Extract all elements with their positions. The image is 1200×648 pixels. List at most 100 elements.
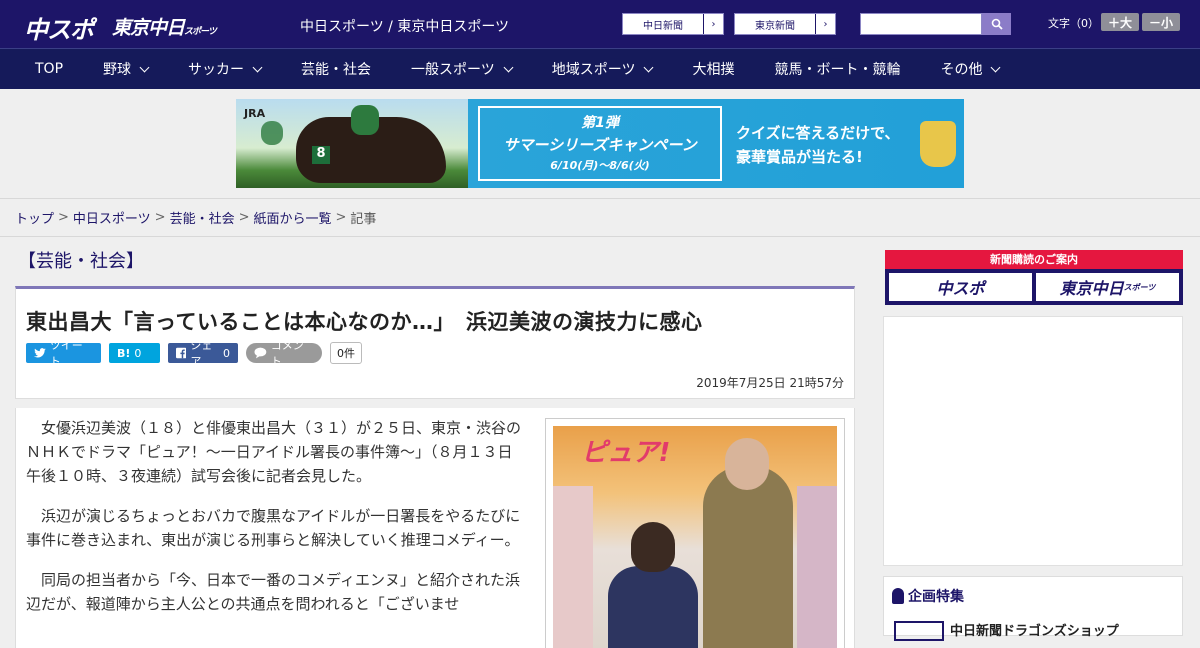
article-paragraph: 同局の担当者から「今、日本で一番のコメディエンヌ」と紹介された浜辺だが、報道陣か…: [26, 571, 520, 613]
promo-line-2: 豪華賞品が当たる!: [736, 148, 863, 166]
nav-item-label: 野球: [103, 62, 132, 78]
chevron-down-icon: [503, 62, 514, 72]
nav-item-sumo[interactable]: 大相撲: [672, 49, 754, 89]
feature-heading: 企画特集: [892, 586, 964, 606]
campaign-box: 第1弾 サマーシリーズキャンペーン 6/10(月)～8/6(火): [478, 106, 722, 181]
jra-campaign-banner[interactable]: 8 JRA 第1弾 サマーシリーズキャンペーン 6/10(月)～8/6(火) ク…: [236, 99, 964, 188]
sidebar-ad-slot: [883, 316, 1183, 566]
press-photo: ピュア!: [553, 426, 837, 648]
chevron-right-icon: ›: [815, 14, 835, 34]
article-photo[interactable]: ピュア!: [545, 418, 845, 648]
jockey-shape: [351, 105, 379, 135]
chuspo-subscribe-logo[interactable]: 中スポ: [889, 273, 1032, 301]
nav-item-soccer[interactable]: サッカー: [168, 49, 281, 89]
breadcrumb-separator: >: [154, 210, 166, 225]
tokyo-chunichi-logo-text: 東京中日: [112, 17, 185, 39]
comment-count: 0件: [330, 342, 362, 364]
chuspo-logo[interactable]: 中スポ: [24, 10, 94, 45]
campaign-dates: 6/10(月)～8/6(火): [550, 159, 650, 172]
horse-race-photo: 8 JRA: [236, 99, 468, 188]
chunichi-shimbun-link[interactable]: 中日新聞 ›: [622, 13, 724, 35]
article-column: 【芸能・社会】 東出昌大「言っていることは本心なのか…」 浜辺美波の演技力に感心…: [15, 240, 855, 648]
category-heading: 【芸能・社会】: [18, 251, 144, 272]
trophy-icon: [920, 121, 956, 167]
chunichi-shimbun-label: 中日新聞: [643, 20, 683, 32]
share-buttons: ツイート B! 0 シェア 0 コメント 0件: [26, 339, 362, 368]
chevron-down-icon: [644, 62, 654, 72]
actor-head: [725, 438, 769, 490]
pin-icon: [892, 588, 904, 604]
feature-heading-label: 企画特集: [908, 589, 964, 605]
nav-item-label: その他: [940, 62, 983, 78]
tokyo-shimbun-link[interactable]: 東京新聞 ›: [734, 13, 836, 35]
campaign-promo: クイズに答えるだけで、 豪華賞品が当たる!: [736, 121, 900, 169]
breadcrumb: トップ > 中日スポーツ > 芸能・社会 > 紙面から一覧 > 記事: [0, 199, 1200, 237]
jockey-shape: [261, 121, 283, 145]
breadcrumb-entertainment[interactable]: 芸能・社会: [170, 208, 235, 227]
comment-label: コメント: [270, 339, 304, 368]
search-input[interactable]: [860, 13, 982, 35]
twitter-icon: [34, 348, 46, 358]
breadcrumb-separator: >: [58, 210, 69, 225]
breadcrumb-chunichi-sports[interactable]: 中日スポーツ: [73, 208, 151, 227]
breadcrumb-paper-list[interactable]: 紙面から一覧: [254, 208, 332, 227]
subscription-ad-title: 新聞購読のご案内: [990, 253, 1078, 266]
comment-button[interactable]: コメント: [246, 339, 322, 368]
breadcrumb-current: 記事: [350, 212, 377, 227]
chevron-right-icon: ›: [703, 14, 723, 34]
tokyo-chunichi-logo[interactable]: 東京中日スポーツ: [112, 13, 217, 40]
site-header: 中スポ 東京中日スポーツ 中日スポーツ / 東京中日スポーツ 中日新聞 › 東京…: [0, 0, 1200, 48]
search-button[interactable]: [982, 13, 1011, 35]
feature-section: 企画特集 中日新聞ドラゴンズショップ: [883, 576, 1183, 641]
main-nav: TOP 野球 サッカー 芸能・社会 一般スポーツ 地域スポーツ 大相撲 競馬・ボ…: [0, 48, 1200, 89]
tokyo-chunichi-subscribe-logo[interactable]: 東京中日 スポーツ: [1036, 273, 1179, 301]
race-number: 8: [312, 146, 330, 164]
article-headline: 東出昌大「言っていることは本心なのか…」 浜辺美波の演技力に感心: [26, 310, 703, 334]
chevron-down-icon: [139, 62, 150, 72]
publish-date: 2019年7月25日 21時57分: [696, 376, 844, 390]
actress-head: [631, 522, 675, 572]
nav-item-label: 大相撲: [692, 62, 735, 78]
tweet-button[interactable]: ツイート: [26, 339, 101, 368]
font-smaller-button[interactable]: －小: [1142, 13, 1180, 31]
nav-item-local-sports[interactable]: 地域スポーツ: [532, 49, 673, 89]
tweet-label: ツイート: [49, 339, 83, 368]
nav-item-top[interactable]: TOP: [0, 49, 83, 89]
chevron-down-icon: [991, 62, 1001, 72]
article-paragraph: 女優浜辺美波（１８）と俳優東出昌大（３１）が２５日、東京・渋谷のＮＨＫでドラマ「…: [26, 419, 522, 485]
breadcrumb-top[interactable]: トップ: [15, 208, 54, 227]
breadcrumb-separator: >: [238, 210, 250, 225]
actor-figure: [703, 466, 793, 648]
nav-item-other[interactable]: その他: [920, 49, 1019, 89]
article-body: 女優浜辺美波（１８）と俳優東出昌大（３１）が２５日、東京・渋谷のＮＨＫでドラマ「…: [15, 408, 855, 648]
site-links[interactable]: 中日スポーツ / 東京中日スポーツ: [300, 16, 509, 36]
campaign-phase: 第1弾: [581, 115, 619, 131]
campaign-title: サマーシリーズキャンペーン: [503, 136, 697, 154]
nav-item-racing[interactable]: 競馬・ボート・競輪: [754, 49, 920, 89]
hatena-bookmark-button[interactable]: B! 0: [109, 343, 160, 363]
drama-poster-title: ピュア!: [581, 438, 671, 468]
font-size-label: 文字（0）: [1048, 17, 1099, 30]
nav-item-entertainment[interactable]: 芸能・社会: [281, 49, 391, 89]
font-bigger-button[interactable]: ＋大: [1101, 13, 1139, 31]
facebook-label: シェア: [190, 339, 213, 368]
article-text: 女優浜辺美波（１８）と俳優東出昌大（３１）が２５日、東京・渋谷のＮＨＫでドラマ「…: [26, 416, 526, 632]
facebook-share-button[interactable]: シェア 0: [168, 339, 238, 368]
banner-area: 8 JRA 第1弾 サマーシリーズキャンペーン 6/10(月)～8/6(火) ク…: [0, 89, 1200, 199]
chevron-down-icon: [252, 62, 263, 72]
nav-item-label: サッカー: [188, 62, 245, 78]
nav-item-general-sports[interactable]: 一般スポーツ: [391, 49, 532, 89]
promo-line-1: クイズに答えるだけで、: [736, 124, 900, 142]
comment-icon: [254, 347, 267, 359]
nav-item-baseball[interactable]: 野球: [83, 49, 168, 89]
article-header: 東出昌大「言っていることは本心なのか…」 浜辺美波の演技力に感心 ツイート B!…: [15, 286, 855, 399]
hatena-count: 0: [134, 346, 142, 360]
facebook-count: 0: [223, 346, 230, 360]
nav-item-label: 芸能・社会: [301, 62, 372, 78]
dragons-shop-thumbnail[interactable]: [894, 621, 944, 641]
nav-item-label: TOP: [35, 61, 64, 77]
article-paragraph: 浜辺が演じるちょっとおバカで腹黒なアイドルが一日署長をやるたびに事件に巻き込まれ…: [26, 507, 521, 549]
nav-item-label: 競馬・ボート・競輪: [774, 62, 901, 78]
facebook-icon: [176, 347, 187, 359]
search-icon: [991, 18, 1003, 30]
